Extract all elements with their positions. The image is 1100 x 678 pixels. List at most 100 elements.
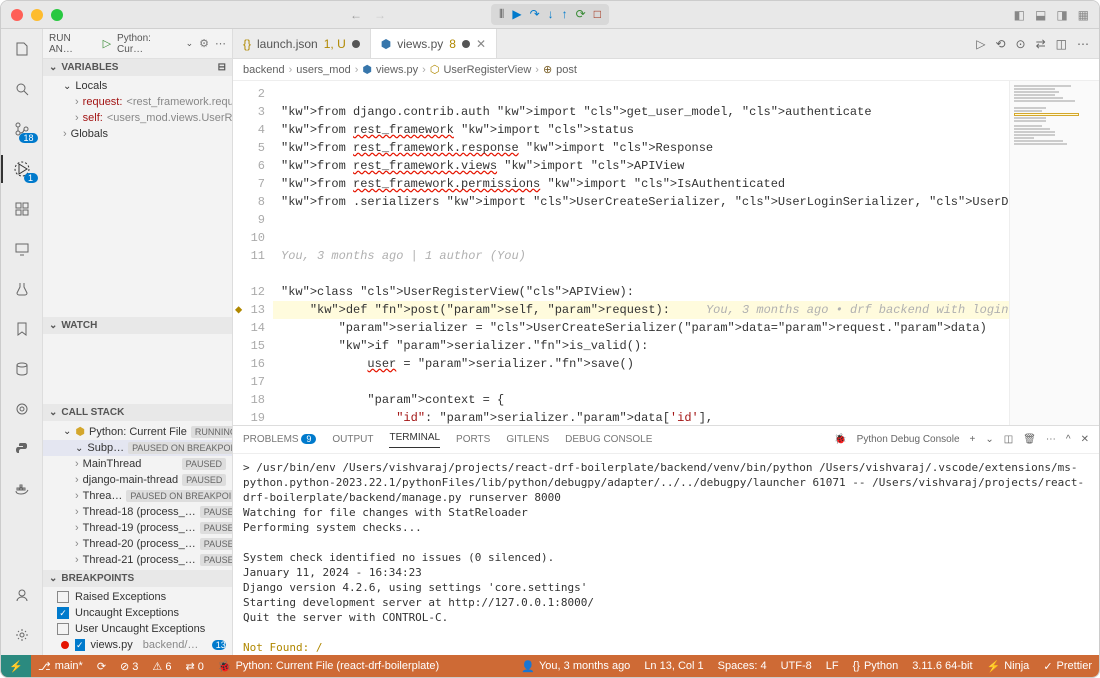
status-sync[interactable]: ⟳ xyxy=(90,655,113,677)
debug-session[interactable]: ⌄ ⬢ Python: Current File RUNNING xyxy=(43,423,232,440)
tab-launch-json[interactable]: {} launch.json 1, U xyxy=(233,29,371,58)
more-icon[interactable]: ⋯ xyxy=(1077,37,1089,51)
variable-request[interactable]: › request: <rest_framework.reques… xyxy=(43,94,232,110)
layout-customize-icon[interactable]: ▦ xyxy=(1078,8,1089,22)
debug-restart-icon[interactable]: ⟲ xyxy=(995,37,1005,51)
breakpoints-section[interactable]: ⌄ BREAKPOINTS xyxy=(43,570,232,587)
status-eol[interactable]: LF xyxy=(819,660,846,672)
tab-output[interactable]: OUTPUT xyxy=(332,434,373,445)
status-branch[interactable]: ⎇ main* xyxy=(31,655,90,677)
search-icon[interactable] xyxy=(10,77,34,101)
status-encoding[interactable]: UTF-8 xyxy=(774,660,819,672)
account-icon[interactable] xyxy=(10,583,34,607)
python-env-icon[interactable] xyxy=(10,437,34,461)
thread-item[interactable]: › Thread-21 (process_…PAUSED xyxy=(43,552,232,568)
bug-icon[interactable]: 🐞 xyxy=(834,434,846,445)
status-ninja[interactable]: ⚡ Ninja xyxy=(980,660,1037,673)
maximize-panel-icon[interactable]: ^ xyxy=(1066,434,1071,445)
testing-icon[interactable] xyxy=(10,277,34,301)
nav-forward-icon[interactable]: → xyxy=(374,8,386,22)
line-gutter[interactable]: 234567891011 12◆131415161718192021222324… xyxy=(233,81,273,425)
database-icon[interactable] xyxy=(10,357,34,381)
thread-item[interactable]: › Thread-19 (process_…PAUSED xyxy=(43,520,232,536)
split-icon[interactable]: ◫ xyxy=(1056,37,1067,51)
tab-gitlens[interactable]: GITLENS xyxy=(506,434,549,445)
thread-item[interactable]: › Thread-20 (process_…PAUSED xyxy=(43,536,232,552)
locals-scope[interactable]: ⌄ Locals xyxy=(43,78,232,94)
run-icon[interactable]: ▷ xyxy=(976,37,985,51)
globals-scope[interactable]: › Globals xyxy=(43,126,232,142)
debug-stepout-icon[interactable]: ↑ xyxy=(562,7,568,22)
thread-item[interactable]: › MainThreadPAUSED xyxy=(43,456,232,472)
close-window[interactable] xyxy=(11,9,23,21)
status-lang[interactable]: {} Python xyxy=(846,660,906,672)
nav-back-icon[interactable]: ← xyxy=(350,8,362,22)
terminal-name[interactable]: Python Debug Console xyxy=(857,434,960,445)
remote-indicator[interactable]: ⚡ xyxy=(1,655,31,677)
chevron-down-icon[interactable]: ⌄ xyxy=(985,434,993,445)
debug-restart-icon[interactable]: ⟳ xyxy=(576,7,586,22)
thread-item[interactable]: › Thread-18 (process_…PAUSED xyxy=(43,504,232,520)
start-debug-icon[interactable]: ▷ xyxy=(103,37,111,50)
thread-item[interactable]: › django-main-threadPAUSED xyxy=(43,472,232,488)
close-icon[interactable]: ✕ xyxy=(476,37,486,51)
settings-icon[interactable] xyxy=(10,623,34,647)
tab-terminal[interactable]: TERMINAL xyxy=(389,432,440,448)
debug-continue-icon[interactable]: ▶ xyxy=(512,7,521,22)
panel-right-icon[interactable]: ◨ xyxy=(1056,8,1067,22)
more-icon[interactable]: ⋯ xyxy=(1046,434,1056,445)
debug-stop-icon[interactable]: □ xyxy=(594,7,601,22)
maximize-window[interactable] xyxy=(51,9,63,21)
status-ports[interactable]: ⇄ 0 xyxy=(178,655,210,677)
status-spaces[interactable]: Spaces: 4 xyxy=(711,660,774,672)
gitlens-icon[interactable] xyxy=(10,397,34,421)
status-warnings[interactable]: ⚠ 6 xyxy=(145,655,178,677)
close-panel-icon[interactable]: ✕ xyxy=(1081,434,1089,445)
subprocess[interactable]: ⌄ Subp… PAUSED ON BREAKPOINT xyxy=(43,440,232,456)
panel-bottom-icon[interactable]: ⬓ xyxy=(1035,8,1046,22)
status-lncol[interactable]: Ln 13, Col 1 xyxy=(637,660,710,672)
tab-problems[interactable]: PROBLEMS 9 xyxy=(243,434,316,445)
chevron-down-icon[interactable]: ⌄ xyxy=(186,38,194,49)
variable-self[interactable]: › self: <users_mod.views.UserRegi… xyxy=(43,110,232,126)
bookmarks-icon[interactable] xyxy=(10,317,34,341)
tab-debug-console[interactable]: DEBUG CONSOLE xyxy=(565,434,652,445)
tab-views-py[interactable]: ⬢ views.py 8 ✕ xyxy=(371,29,497,58)
status-blame[interactable]: 👤 You, 3 months ago xyxy=(514,660,637,673)
more-icon[interactable]: ⋯ xyxy=(215,37,226,50)
docker-icon[interactable] xyxy=(10,477,34,501)
debug-icon[interactable]: 1 xyxy=(10,157,34,181)
panel-left-icon[interactable]: ◧ xyxy=(1014,8,1025,22)
debug-stepover-icon[interactable]: ↷ xyxy=(530,7,540,22)
callstack-section[interactable]: ⌄ CALL STACK xyxy=(43,404,232,421)
watch-section[interactable]: ⌄ WATCH xyxy=(43,317,232,334)
debug-handle-icon[interactable]: ⦀ xyxy=(499,7,504,22)
split-terminal-icon[interactable]: ◫ xyxy=(1004,434,1013,445)
debug-config-select[interactable]: Python: Cur… xyxy=(117,33,180,55)
minimize-window[interactable] xyxy=(31,9,43,21)
remote-icon[interactable] xyxy=(10,237,34,261)
scm-icon[interactable]: 18 xyxy=(10,117,34,141)
gear-icon[interactable]: ⚙ xyxy=(199,37,209,50)
minimap[interactable] xyxy=(1009,81,1099,425)
variables-section[interactable]: ⌄ VARIABLES ⊟ xyxy=(43,59,232,76)
code-content[interactable]: "kw">from django.contrib.auth "kw">impor… xyxy=(273,81,1009,425)
new-terminal-icon[interactable]: + xyxy=(970,434,976,445)
bp-user-uncaught[interactable]: User Uncaught Exceptions xyxy=(43,621,232,637)
explorer-icon[interactable] xyxy=(10,37,34,61)
status-debug-session[interactable]: 🐞 Python: Current File (react-drf-boiler… xyxy=(211,655,446,677)
trash-icon[interactable]: 🗑 xyxy=(1023,434,1036,445)
status-interpreter[interactable]: 3.11.6 64-bit xyxy=(905,660,979,672)
bp-raised[interactable]: Raised Exceptions xyxy=(43,589,232,605)
bp-uncaught[interactable]: ✓Uncaught Exceptions xyxy=(43,605,232,621)
bp-file[interactable]: ✓ views.py backend/users_m… 13 xyxy=(43,637,232,653)
debug-stepin-icon[interactable]: ↓ xyxy=(548,7,554,22)
status-prettier[interactable]: ✓ Prettier xyxy=(1036,660,1099,673)
code-editor[interactable]: 234567891011 12◆131415161718192021222324… xyxy=(233,81,1099,425)
status-errors[interactable]: ⊘ 3 xyxy=(113,655,145,677)
extensions-icon[interactable] xyxy=(10,197,34,221)
collapse-icon[interactable]: ⊟ xyxy=(218,62,226,73)
tab-ports[interactable]: PORTS xyxy=(456,434,490,445)
debug-stop-icon[interactable]: ⊙ xyxy=(1016,37,1026,51)
breadcrumb[interactable]: backend› users_mod› ⬢views.py› ⬡UserRegi… xyxy=(233,59,1099,81)
